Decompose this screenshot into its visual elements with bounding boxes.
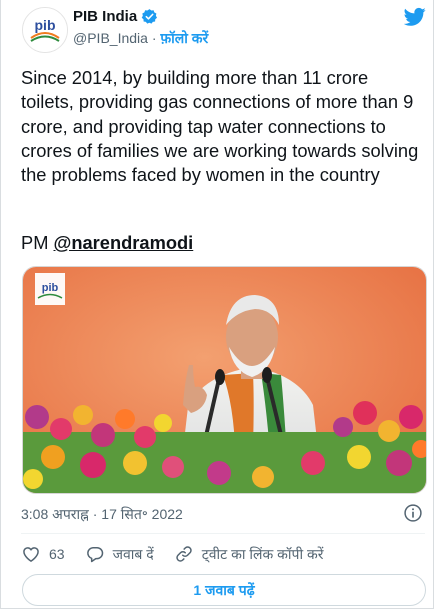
account-name[interactable]: PIB India xyxy=(73,8,137,25)
tweet-timestamp[interactable]: 3:08 अपराह्न · 17 सित॰ 2022 xyxy=(21,505,183,524)
pib-logo-icon: pib xyxy=(23,8,67,52)
account-name-row: PIB India xyxy=(73,8,158,25)
tweet-card: pib PIB India @PIB_India · फ़ॉलो करें Si… xyxy=(0,0,434,609)
tweet-signature: PM @narendramodi xyxy=(21,232,193,254)
like-button[interactable]: 63 xyxy=(21,544,65,564)
heart-icon xyxy=(23,547,39,562)
media-pib-logo: pib xyxy=(35,273,65,305)
account-handle[interactable]: @PIB_India xyxy=(73,30,148,46)
action-bar: 63 जवाब दें ट्वीट का लिंक कॉपी करें xyxy=(21,542,343,566)
tweet-media-image[interactable]: pib xyxy=(22,266,427,494)
info-icon[interactable] xyxy=(403,503,423,523)
twitter-bird-icon[interactable] xyxy=(404,7,426,27)
handle-row: @PIB_India · फ़ॉलो करें xyxy=(73,29,208,48)
copy-link-label: ट्वीट का लिंक कॉपी करें xyxy=(201,545,324,562)
avatar[interactable]: pib xyxy=(22,7,68,53)
divider xyxy=(21,533,425,534)
verified-badge-icon xyxy=(141,9,158,24)
read-replies-button[interactable]: 1 जवाब पढ़ें xyxy=(22,574,426,606)
reply-label: जवाब दें xyxy=(112,545,154,562)
copy-link-button[interactable]: ट्वीट का लिंक कॉपी करें xyxy=(174,544,324,564)
pm-prefix: PM xyxy=(21,232,54,253)
link-icon xyxy=(175,546,192,562)
svg-text:pib: pib xyxy=(35,17,56,33)
mention-link[interactable]: @narendramodi xyxy=(54,232,194,253)
separator-dot: · xyxy=(151,30,157,46)
tweet-text: Since 2014, by building more than 11 cro… xyxy=(21,67,419,186)
follow-button[interactable]: फ़ॉलो करें xyxy=(160,30,208,46)
media-photo: pib xyxy=(23,267,426,493)
like-count: 63 xyxy=(49,546,65,562)
svg-text:pib: pib xyxy=(42,282,59,294)
reply-button[interactable]: जवाब दें xyxy=(85,544,154,564)
reply-bubble-icon xyxy=(86,547,103,563)
